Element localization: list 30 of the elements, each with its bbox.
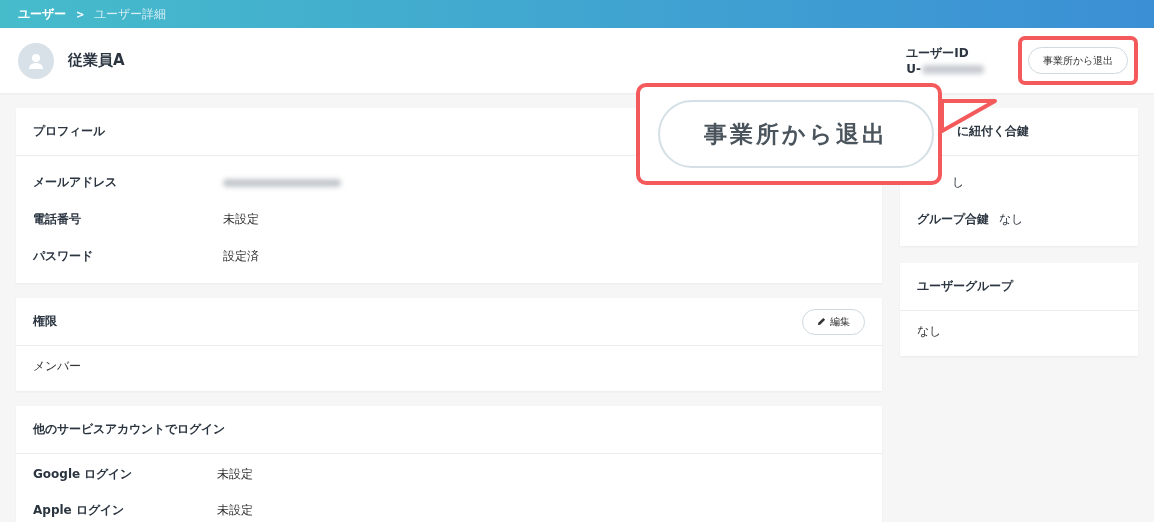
card-title: プロフィール: [33, 123, 105, 140]
breadcrumb-separator: >: [76, 8, 85, 20]
card-title: に紐付く合鍵: [957, 123, 1029, 140]
leave-office-button[interactable]: 事業所から退出: [658, 100, 934, 168]
field-value: 設定済: [223, 248, 259, 265]
field-label: グループ合鍵: [917, 211, 989, 228]
card-title: ユーザーグループ: [917, 278, 1013, 295]
field-label: メールアドレス: [33, 174, 118, 191]
field-value: し: [952, 174, 964, 191]
pencil-icon: [817, 317, 826, 326]
field-value: なし: [999, 211, 1023, 228]
user-name: 従業員A: [68, 51, 125, 70]
field-label: 電話番号: [33, 211, 82, 228]
field-value: 未設定: [217, 501, 253, 519]
breadcrumb-item: ユーザー詳細: [94, 5, 167, 23]
user-group-value: なし: [916, 323, 942, 340]
field-value: 未設定: [217, 465, 253, 483]
card-title: 他のサービスアカウントでログイン: [33, 421, 225, 438]
edit-button[interactable]: 編集: [802, 308, 865, 335]
permission-value: メンバー: [32, 358, 82, 375]
user-id-value: U-: [906, 62, 921, 76]
field-label: パスワード: [33, 248, 94, 265]
field-label: Google ログイン: [33, 465, 134, 483]
field-value: 未設定: [223, 211, 259, 228]
leave-office-button[interactable]: 事業所から退出: [1028, 47, 1128, 74]
user-id-label: ユーザーID: [906, 45, 970, 62]
field-label: Apple ログイン: [33, 501, 125, 519]
card-title: 権限: [33, 313, 57, 330]
avatar-icon: [18, 42, 54, 79]
redacted-mark: [922, 64, 984, 74]
